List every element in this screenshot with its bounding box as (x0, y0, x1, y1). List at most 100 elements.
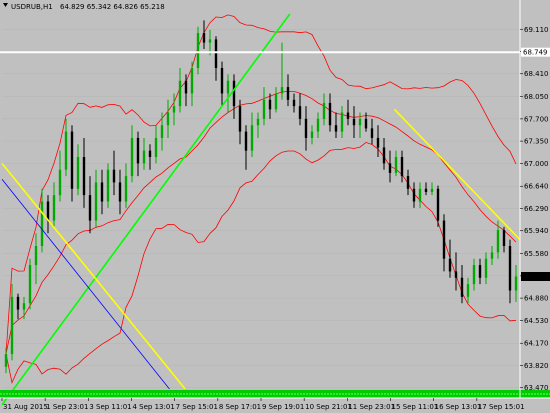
candle-body[interactable] (424, 188, 428, 192)
indicator-band (0, 390, 550, 398)
candle-body[interactable] (394, 157, 398, 173)
candle-body[interactable] (244, 131, 248, 151)
candle-body[interactable] (106, 169, 110, 202)
candle-body[interactable] (334, 125, 338, 132)
candle-body[interactable] (202, 33, 206, 43)
candle-body[interactable] (358, 118, 362, 126)
candle-body[interactable] (310, 131, 314, 138)
candle-body[interactable] (262, 99, 266, 119)
chart-window[interactable]: 69.11068.76068.41068.05067.70067.35067.0… (0, 0, 550, 413)
candle-body[interactable] (166, 112, 170, 126)
ohlc-values: 64.829 65.342 64.826 65.218 (60, 3, 165, 11)
candle-body[interactable] (142, 150, 146, 164)
candle-body[interactable] (448, 258, 452, 272)
candle-body[interactable] (406, 176, 410, 189)
candle-body[interactable] (136, 137, 140, 164)
candle-body[interactable] (472, 265, 476, 285)
time-tick-label: 31 Aug 2015 (3, 403, 48, 411)
candle-body[interactable] (226, 80, 230, 94)
candle-body[interactable] (322, 102, 326, 119)
candle-body[interactable] (88, 195, 92, 221)
candle-body[interactable] (388, 163, 392, 173)
candle-body[interactable] (400, 157, 404, 177)
candle-body[interactable] (16, 296, 20, 310)
candle-body[interactable] (364, 118, 368, 129)
candle-body[interactable] (238, 106, 242, 132)
candle-body[interactable] (274, 93, 278, 110)
candle-body[interactable] (4, 354, 8, 367)
candle-body[interactable] (220, 68, 224, 94)
candle-body[interactable] (304, 118, 308, 138)
candle-body[interactable] (352, 118, 356, 126)
candle-body[interactable] (196, 33, 200, 69)
candle-body[interactable] (430, 188, 434, 192)
candle-body[interactable] (58, 169, 62, 196)
candle[interactable] (196, 26, 200, 75)
candle-body[interactable] (256, 118, 260, 126)
candle-body[interactable] (280, 87, 284, 94)
time-tick-label: 3 Sep 11:01 (89, 403, 131, 411)
candle-body[interactable] (328, 102, 332, 126)
candle-body[interactable] (460, 277, 464, 297)
time-tick-label: 4 Sep 13:01 (133, 403, 175, 411)
candle-body[interactable] (412, 188, 416, 202)
time-tick-label: 11 Sep 23:01 (348, 403, 395, 411)
candle-body[interactable] (94, 182, 98, 221)
candle-body[interactable] (82, 157, 86, 196)
candle-body[interactable] (292, 99, 296, 107)
candle-body[interactable] (46, 201, 50, 221)
candle-body[interactable] (130, 137, 134, 177)
candle-body[interactable] (370, 128, 374, 138)
candle-body[interactable] (442, 220, 446, 259)
candle-body[interactable] (436, 188, 440, 221)
candle-body[interactable] (340, 112, 344, 132)
candle-body[interactable] (496, 230, 500, 253)
candle-body[interactable] (232, 80, 236, 107)
candle-body[interactable] (76, 157, 80, 189)
price-chart[interactable]: 69.11068.76068.41068.05067.70067.35067.0… (0, 0, 550, 413)
candle-body[interactable] (316, 118, 320, 132)
candle-body[interactable] (346, 112, 350, 119)
candle-body[interactable] (124, 176, 128, 202)
candle-body[interactable] (382, 147, 386, 164)
candle-body[interactable] (478, 265, 482, 278)
candle-body[interactable] (34, 245, 38, 266)
candle-body[interactable] (100, 182, 104, 202)
time-tick-label: 16 Sep 13:01 (435, 403, 482, 411)
candle-body[interactable] (286, 87, 290, 100)
candle-body[interactable] (148, 150, 152, 158)
candle-body[interactable] (466, 284, 470, 297)
candle-body[interactable] (10, 296, 14, 355)
candle-body[interactable] (490, 252, 494, 259)
candle-body[interactable] (22, 303, 26, 310)
time-tick-label: 10 Sep 21:01 (305, 403, 352, 411)
candle-body[interactable] (214, 39, 218, 69)
candle-body[interactable] (298, 106, 302, 119)
candle-body[interactable] (376, 137, 380, 148)
candle-body[interactable] (250, 125, 254, 151)
candle-body[interactable] (178, 80, 182, 107)
candle-body[interactable] (70, 131, 74, 189)
candle-body[interactable] (514, 276, 518, 291)
candle-body[interactable] (190, 68, 194, 94)
candle-body[interactable] (112, 169, 116, 183)
candle-body[interactable] (118, 182, 122, 202)
candle-body[interactable] (154, 137, 158, 158)
price-tick-label: 64.530 (524, 317, 549, 325)
candle-body[interactable] (208, 39, 212, 43)
candle-body[interactable] (28, 265, 32, 304)
candle-body[interactable] (418, 188, 422, 202)
candle-body[interactable] (502, 230, 506, 246)
candle-body[interactable] (52, 195, 56, 221)
candle-body[interactable] (484, 258, 488, 278)
candle-body[interactable] (454, 271, 458, 278)
candle-body[interactable] (160, 125, 164, 138)
candle[interactable] (28, 258, 32, 310)
candle-body[interactable] (508, 245, 512, 291)
candle-body[interactable] (172, 106, 176, 113)
candle-body[interactable] (184, 80, 188, 94)
candle-body[interactable] (64, 131, 68, 170)
candle-body[interactable] (40, 201, 44, 246)
candle[interactable] (106, 163, 110, 208)
candle-body[interactable] (268, 99, 272, 110)
